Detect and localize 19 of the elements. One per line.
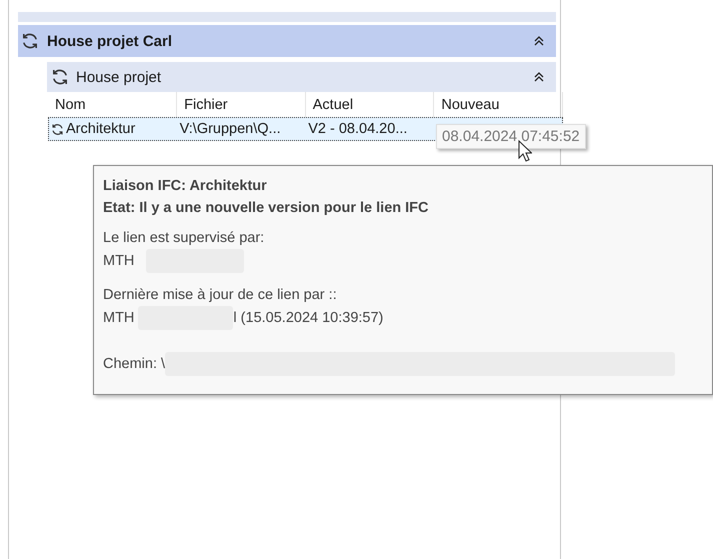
tooltip-label: Dernière mise à jour de ce lien par ::	[103, 286, 338, 305]
collapse-icon[interactable]	[534, 36, 544, 46]
mouse-cursor-icon	[518, 140, 532, 162]
table-cell[interactable]: V2 - 08.04.20...	[305, 117, 434, 141]
update-info: l (15.05.2024 10:39:57)	[233, 308, 384, 328]
user-name: MTH	[103, 308, 134, 328]
path-label: Chemin: \	[103, 354, 166, 374]
tooltip-title: Liaison IFC: Architektur	[103, 178, 268, 194]
collapse-icon[interactable]	[534, 72, 544, 82]
table-cell[interactable]: V:\Gruppen\Q...	[176, 117, 306, 141]
user-name: MTH	[103, 252, 134, 270]
tooltip-label: Le lien est supervisé par:	[103, 229, 266, 248]
refresh-icon	[21, 32, 39, 50]
cell-tooltip: 08.04.2024 07:45:52	[436, 124, 586, 149]
subgroup-header[interactable]: House projet	[47, 62, 556, 92]
group-header[interactable]: House projet Carl	[18, 25, 556, 57]
refresh-icon	[51, 68, 69, 86]
tooltip-status: Etat: Il y a une nouvelle version pour le lien IFC	[103, 200, 430, 216]
refresh-icon	[51, 122, 64, 136]
